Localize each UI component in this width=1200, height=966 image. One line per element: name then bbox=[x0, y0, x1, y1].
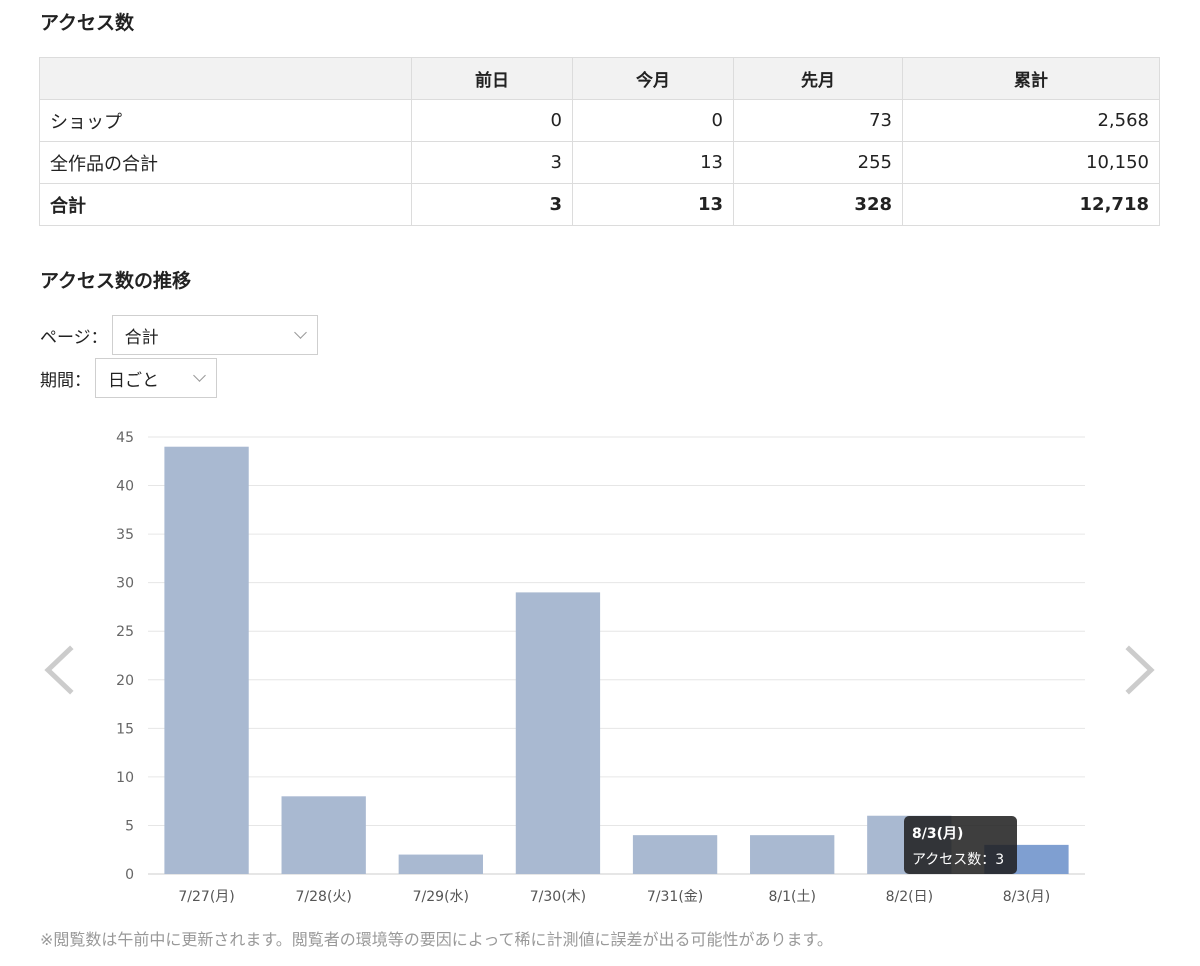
cell-value: 255 bbox=[733, 141, 903, 184]
x-tick-label: 7/30(木) bbox=[530, 889, 586, 905]
x-tick-label: 7/27(月) bbox=[178, 889, 234, 905]
cell-value: 12,718 bbox=[902, 183, 1160, 226]
y-tick-label: 25 bbox=[116, 624, 134, 640]
table-row: 全作品の合計 3 13 255 10,150 bbox=[39, 141, 1160, 184]
page-select[interactable]: 合計 bbox=[111, 315, 318, 355]
cell-value: 10,150 bbox=[902, 141, 1160, 184]
y-tick-label: 30 bbox=[116, 576, 134, 592]
footnote: ※閲覧数は午前中に更新されます。閲覧者の環境等の要因によって稀に計測値に誤差が出… bbox=[40, 930, 833, 949]
chart-bars bbox=[164, 446, 1069, 874]
chevron-down-icon bbox=[293, 326, 307, 339]
period-filter-row: 期間： 日ごと bbox=[40, 358, 217, 398]
header-blank bbox=[39, 57, 412, 100]
y-tick-label: 15 bbox=[116, 721, 134, 737]
access-trend-chart: 0 5 10 15 20 25 30 35 40 45 7/27(月) 7/28(火) 7/29(水)… bbox=[116, 430, 1085, 905]
period-select-value: 日ごと bbox=[108, 370, 159, 391]
access-section-title: アクセス数 bbox=[40, 12, 135, 34]
x-axis-ticks: 7/27(月) 7/28(火) 7/29(水) 7/30(木) 7/31(金) 8/1(土… bbox=[178, 889, 1050, 905]
y-tick-label: 0 bbox=[125, 867, 134, 883]
page-filter-row: ページ： 合計 bbox=[40, 315, 318, 355]
y-tick-label: 20 bbox=[116, 673, 134, 689]
y-tick-label: 35 bbox=[116, 527, 134, 543]
cell-value: 0 bbox=[572, 99, 734, 142]
chart-bar[interactable] bbox=[515, 592, 601, 874]
chart-bar[interactable] bbox=[164, 446, 249, 874]
x-tick-label: 7/31(金) bbox=[647, 889, 703, 905]
chart-bar[interactable] bbox=[632, 835, 718, 874]
y-tick-label: 10 bbox=[116, 770, 134, 786]
x-tick-label: 7/28(火) bbox=[296, 889, 352, 905]
period-select[interactable]: 日ごと bbox=[95, 358, 217, 398]
y-tick-label: 40 bbox=[116, 479, 134, 495]
y-tick-label: 45 bbox=[116, 430, 134, 446]
chart-bar[interactable] bbox=[281, 796, 366, 874]
x-tick-label: 8/1(土) bbox=[768, 889, 815, 905]
tooltip-body: アクセス数：3 bbox=[912, 852, 1005, 868]
row-label-total: 合計 bbox=[39, 183, 412, 226]
x-tick-label: 8/3(月) bbox=[1003, 889, 1050, 905]
cell-value: 13 bbox=[572, 183, 734, 226]
cell-value: 73 bbox=[733, 99, 903, 142]
page-filter-label: ページ： bbox=[40, 327, 108, 348]
header-cumulative: 累計 bbox=[902, 57, 1160, 100]
cell-value: 3 bbox=[411, 141, 573, 184]
chevron-down-icon bbox=[193, 369, 206, 382]
cell-value: 2,568 bbox=[902, 99, 1160, 142]
cell-value: 0 bbox=[411, 99, 573, 142]
cell-value: 13 bbox=[572, 141, 734, 184]
page-select-value: 合計 bbox=[124, 327, 159, 348]
row-label-all-works: 全作品の合計 bbox=[39, 141, 412, 184]
table-header-row: 前日 今月 先月 累計 bbox=[39, 57, 1160, 100]
x-tick-label: 8/2(日) bbox=[886, 889, 933, 905]
table-row: ショップ 0 0 73 2,568 bbox=[39, 99, 1160, 142]
row-label-shop: ショップ bbox=[39, 99, 412, 142]
tooltip-title: 8/3(月) bbox=[912, 826, 964, 842]
header-last-month: 先月 bbox=[733, 57, 903, 100]
header-this-month: 今月 bbox=[572, 57, 734, 100]
table-row-total: 合計 3 13 328 12,718 bbox=[39, 183, 1160, 226]
cell-value: 328 bbox=[733, 183, 903, 226]
y-tick-label: 5 bbox=[125, 818, 134, 834]
cell-value: 3 bbox=[411, 183, 573, 226]
chart-bar[interactable] bbox=[398, 854, 483, 874]
y-axis-ticks: 0 5 10 15 20 25 30 35 40 45 bbox=[116, 430, 134, 883]
access-stats-table: 前日 今月 先月 累計 ショップ 0 0 73 2,568 全作品の合計 3 1… bbox=[39, 57, 1160, 226]
trend-section-title: アクセス数の推移 bbox=[40, 270, 192, 292]
x-tick-label: 7/29(水) bbox=[413, 889, 469, 905]
chart-tooltip: 8/3(月) アクセス数：3 bbox=[904, 816, 1017, 874]
period-filter-label: 期間： bbox=[40, 370, 91, 391]
chart-bar[interactable] bbox=[750, 835, 835, 874]
header-previous-day: 前日 bbox=[411, 57, 573, 100]
